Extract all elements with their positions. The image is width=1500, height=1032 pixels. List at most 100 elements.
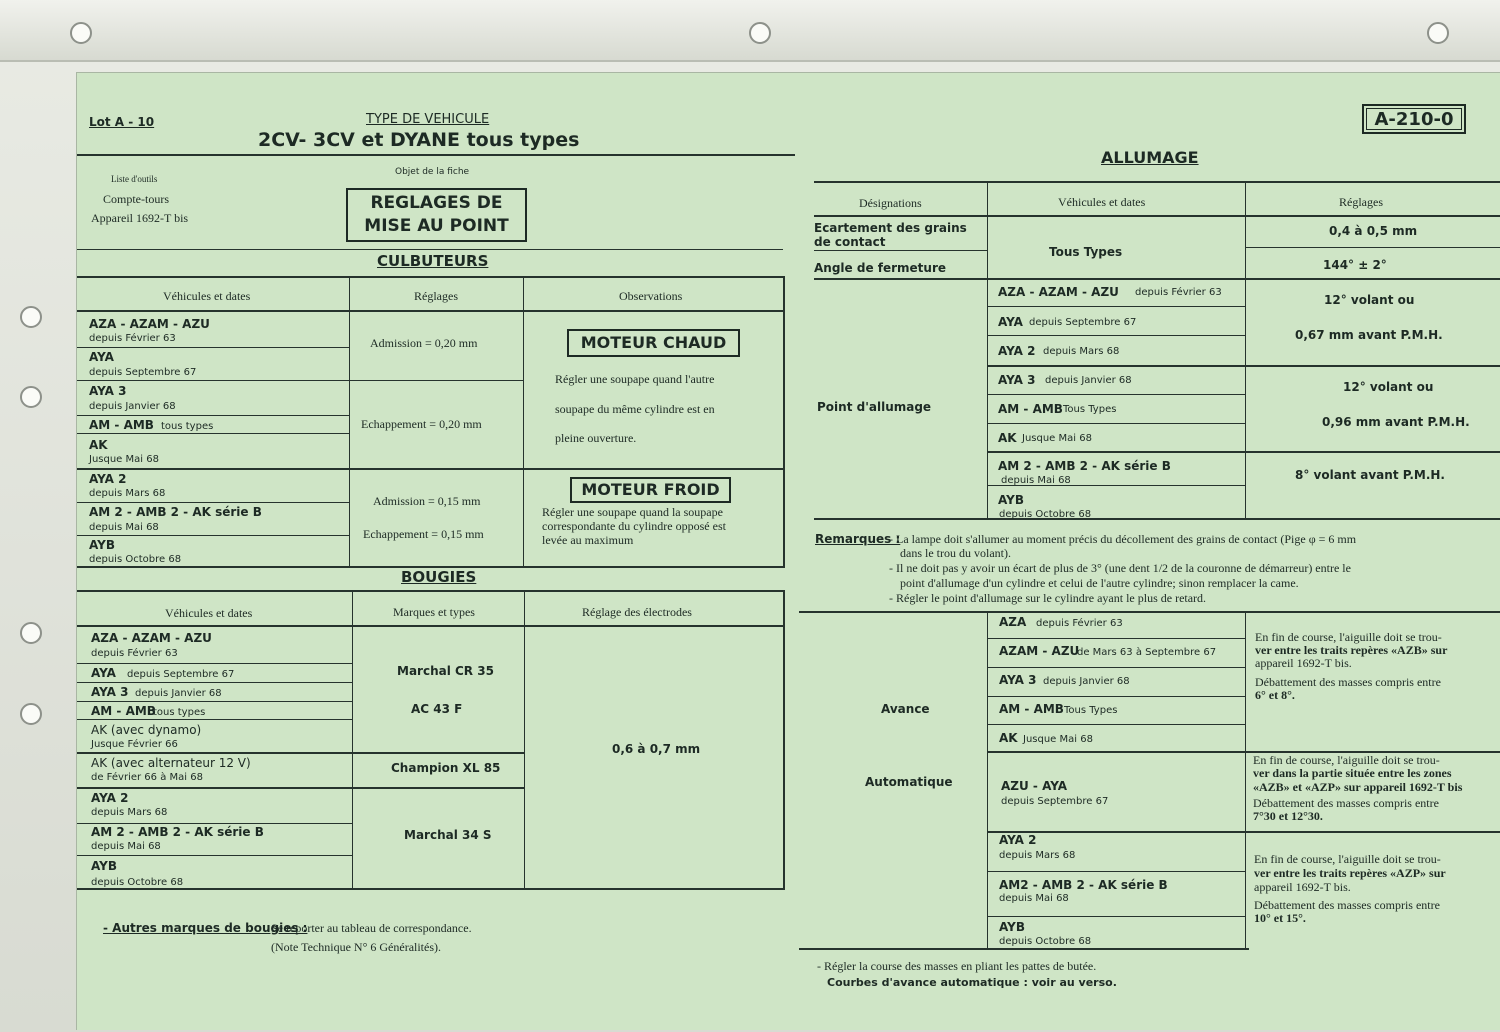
culbuteurs-header: Observations: [619, 289, 683, 303]
lot-number: Lot A - 10: [89, 115, 155, 129]
avance-text: 10° et 15°.: [1254, 911, 1306, 925]
tool-item: Appareil 1692-T bis: [91, 211, 189, 225]
point-vehicle: AM - AMB: [998, 402, 1063, 416]
object-title-line: REGLAGES DE: [370, 193, 503, 213]
bougies-date: depuis Février 63: [91, 648, 178, 659]
point-reglage: 12° volant ou: [1324, 293, 1415, 307]
avance-text: 6° et 8°.: [1255, 688, 1295, 702]
bougies-date: depuis Octobre 68: [91, 877, 184, 888]
remarque-line: - Il ne doit pas y avoir un écart de plu…: [889, 561, 1351, 575]
avance-date: depuis Septembre 67: [1001, 796, 1109, 807]
avance-text: «AZB» et «AZP» sur appareil 1692-T bis: [1253, 780, 1463, 794]
bougies-date: depuis Mars 68: [91, 807, 168, 818]
allumage-footer: Courbes d'avance automatique : voir au v…: [827, 976, 1117, 989]
culbuteurs-date: depuis Février 63: [89, 333, 176, 344]
tool-item: Compte-tours: [103, 192, 169, 206]
avance-vehicle: AZAM - AZU: [999, 644, 1080, 658]
angle-value: 144° ± 2°: [1323, 258, 1387, 272]
avance-date: Tous Types: [1064, 705, 1118, 716]
bougies-vehicle: AYA 2: [91, 791, 129, 805]
culbuteurs-vehicle: AM - AMB: [89, 418, 154, 432]
point-date: depuis Février 63: [1135, 287, 1222, 298]
punch-hole: [20, 386, 42, 408]
electrode-gap: 0,6 à 0,7 mm: [612, 742, 701, 756]
point-date: depuis Janvier 68: [1045, 375, 1132, 386]
culbuteurs-vehicle: AYA 2: [89, 472, 127, 486]
bougies-vehicle: AK (avec alternateur 12 V): [91, 756, 251, 770]
spec-sheet: Lot A - 10 TYPE DE VEHICULE 2CV- 3CV et …: [76, 72, 1500, 1030]
avance-date: depuis Mars 68: [999, 850, 1076, 861]
object-title: REGLAGES DE MISE AU POINT: [346, 188, 527, 242]
point-reglage: 12° volant ou: [1343, 380, 1434, 394]
avance-vehicle: AYA 2: [999, 833, 1037, 847]
point-reglage: 0,67 mm avant P.M.H.: [1295, 328, 1443, 342]
avance-date: depuis Mai 68: [999, 893, 1069, 904]
point-date: depuis Mars 68: [1043, 346, 1120, 357]
avance-date: depuis Janvier 68: [1043, 676, 1130, 687]
culbuteurs-header: Réglages: [414, 289, 458, 303]
avance-vehicle: AZU - AYA: [1001, 779, 1068, 793]
avance-text: ver dans la partie située entre les zone…: [1253, 766, 1452, 780]
bougies-note-text: Se reporter au tableau de correspondance…: [271, 921, 472, 935]
bougies-date: tous types: [153, 707, 206, 718]
culbuteurs-date: depuis Mars 68: [89, 488, 166, 499]
culbuteurs-vehicle: AYA 3: [89, 384, 127, 398]
remarque-line: point d'allumage d'un cylindre et celui …: [900, 576, 1299, 590]
sheet-code-box: A-210-0: [1362, 104, 1466, 134]
froid-text: Régler une soupape quand la soupape: [542, 505, 723, 519]
spark-plug-brand: Marchal CR 35: [397, 664, 494, 678]
sheet-code: A-210-0: [1366, 108, 1462, 130]
reglage-value: Echappement = 0,20 mm: [361, 417, 482, 431]
bougies-header: Marques et types: [393, 605, 475, 619]
bougies-header: Véhicules et dates: [165, 606, 253, 620]
culbuteurs-vehicle: AM 2 - AMB 2 - AK série B: [89, 505, 262, 519]
point-vehicle: AYA 2: [998, 344, 1036, 358]
avance-vehicle: AYA 3: [999, 673, 1037, 687]
culbuteurs-date: tous types: [161, 421, 214, 432]
bougies-vehicle: AM - AMB: [91, 704, 156, 718]
culbuteurs-header: Véhicules et dates: [163, 289, 251, 303]
point-date: Jusque Mai 68: [1022, 433, 1092, 444]
avance-vehicle: AZA: [999, 615, 1027, 629]
culbuteurs-date: depuis Septembre 67: [89, 367, 197, 378]
culbuteurs-date: depuis Octobre 68: [89, 554, 182, 565]
point-date: depuis Octobre 68: [999, 509, 1092, 520]
point-vehicle: AM 2 - AMB 2 - AK série B: [998, 459, 1171, 473]
point-vehicle: AYA: [998, 315, 1023, 329]
remarque-line: dans le trou du volant).: [900, 546, 1011, 560]
punch-hole: [20, 622, 42, 644]
point-date: depuis Septembre 67: [1029, 317, 1137, 328]
culbuteurs-vehicle: AK: [89, 438, 108, 452]
bougies-date: Jusque Février 66: [91, 739, 178, 750]
bougies-date: depuis Janvier 68: [135, 688, 222, 699]
avance-vehicle: AK: [999, 731, 1018, 745]
bougies-vehicle: AYB: [91, 859, 117, 873]
bougies-date: de Février 66 à Mai 68: [91, 772, 203, 783]
remarque-line: - La lampe doit s'allumer au moment préc…: [889, 532, 1357, 546]
object-label: Objet de la fiche: [395, 167, 470, 177]
tous-types-label: Tous Types: [1049, 245, 1123, 259]
spark-plug-brand: AC 43 F: [411, 702, 463, 716]
culbuteurs-vehicle: AZA - AZAM - AZU: [89, 317, 210, 331]
point-date: Tous Types: [1063, 404, 1117, 415]
avance-text: En fin de course, l'aiguille doit se tro…: [1254, 852, 1441, 866]
reglage-value: Admission = 0,20 mm: [370, 336, 478, 350]
culbuteurs-vehicle: AYA: [89, 350, 114, 364]
point-reglage: 8° volant avant P.M.H.: [1295, 468, 1445, 482]
object-title-line: MISE AU POINT: [364, 216, 509, 236]
culbuteurs-date: Jusque Mai 68: [89, 454, 159, 465]
avance-vehicle: AM2 - AMB 2 - AK série B: [999, 878, 1168, 892]
froid-text: correspondante du cylindre opposé est: [542, 519, 726, 533]
froid-text: levée au maximum: [542, 533, 634, 547]
spark-plug-brand: Marchal 34 S: [404, 828, 492, 842]
avance-label: Avance: [881, 702, 930, 716]
point-vehicle: AYB: [998, 493, 1024, 507]
point-reglage: 0,96 mm avant P.M.H.: [1322, 415, 1470, 429]
point-vehicle: AZA - AZAM - AZU: [998, 285, 1119, 299]
bougies-note-text: (Note Technique N° 6 Généralités).: [271, 940, 442, 954]
angle-label: Angle de fermeture: [814, 261, 947, 275]
punch-hole: [70, 22, 92, 44]
punch-hole: [749, 22, 771, 44]
punch-hole: [20, 703, 42, 725]
culbuteurs-title: CULBUTEURS: [377, 252, 489, 270]
